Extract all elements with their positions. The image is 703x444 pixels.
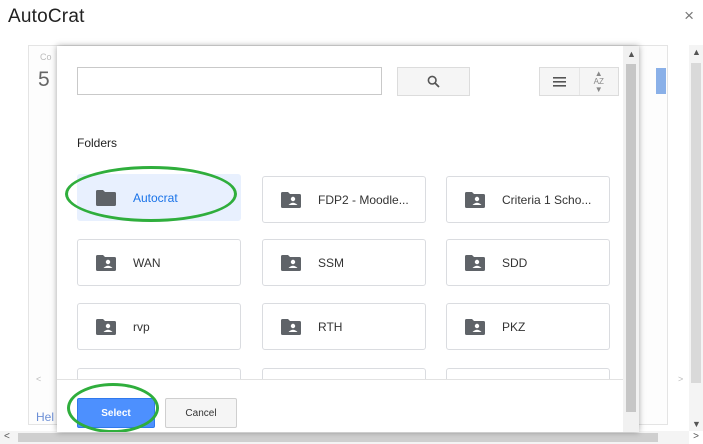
folder-name: WAN bbox=[133, 255, 161, 270]
background-right-arrow-icon: > bbox=[678, 374, 684, 384]
view-toggle-group: ▲ AZ ▼ bbox=[539, 67, 619, 96]
shared-folder-icon bbox=[96, 254, 116, 271]
outer-vertical-scroll-thumb[interactable] bbox=[691, 63, 701, 383]
folder-name: rvp bbox=[133, 319, 150, 334]
folder-name: PKZ bbox=[502, 319, 526, 334]
shared-folder-icon bbox=[281, 254, 301, 271]
window-title: AutoCrat bbox=[8, 6, 85, 27]
folder-tile-fdp2[interactable]: FDP2 - Moodle... bbox=[262, 176, 426, 223]
scroll-left-icon[interactable]: < bbox=[4, 431, 10, 442]
cancel-button[interactable]: Cancel bbox=[165, 398, 237, 428]
background-blue-bar bbox=[656, 68, 666, 94]
background-small-label: Co bbox=[40, 52, 52, 62]
scroll-right-icon[interactable]: > bbox=[693, 431, 699, 442]
folder-picker-dialog: ▲ AZ ▼ Folders Autocrat FDP2 - Moodle... C… bbox=[57, 46, 639, 432]
folder-tile-autocrat[interactable]: Autocrat bbox=[77, 174, 241, 221]
outer-horizontal-scroll-thumb[interactable] bbox=[18, 433, 658, 442]
list-view-button[interactable] bbox=[540, 68, 579, 95]
folder-tile-ssm[interactable]: SSM bbox=[262, 239, 426, 286]
background-left-arrow-icon: < bbox=[36, 374, 42, 384]
outer-horizontal-scrollbar[interactable]: < > bbox=[0, 431, 699, 444]
folders-heading: Folders bbox=[77, 136, 118, 150]
search-input[interactable] bbox=[77, 67, 382, 95]
shared-folder-icon bbox=[281, 191, 301, 208]
list-view-icon bbox=[552, 76, 566, 87]
scroll-up-icon[interactable]: ▲ bbox=[692, 47, 701, 57]
folder-icon bbox=[96, 189, 116, 206]
folder-tile-rth[interactable]: RTH bbox=[262, 303, 426, 350]
folder-name: SDD bbox=[502, 255, 528, 270]
folder-name: SSM bbox=[318, 255, 345, 270]
outer-vertical-scrollbar[interactable]: ▲ ▼ bbox=[689, 45, 703, 431]
background-help-link[interactable]: Hel bbox=[36, 410, 54, 424]
shared-folder-icon bbox=[281, 318, 301, 335]
scroll-up-icon[interactable]: ▲ bbox=[627, 49, 636, 59]
folder-name: FDP2 - Moodle... bbox=[318, 192, 409, 207]
picker-vertical-scrollbar[interactable]: ▲ bbox=[623, 46, 639, 432]
folder-name: Criteria 1 Scho... bbox=[502, 192, 592, 207]
select-button[interactable]: Select bbox=[77, 398, 155, 428]
close-icon[interactable]: × bbox=[684, 6, 694, 26]
folder-tile-rvp[interactable]: rvp bbox=[77, 303, 241, 350]
background-step-number: 5 bbox=[38, 68, 50, 91]
folder-name: RTH bbox=[318, 319, 343, 334]
shared-folder-icon bbox=[96, 318, 116, 335]
search-button[interactable] bbox=[397, 67, 470, 96]
shared-folder-icon bbox=[465, 191, 485, 208]
scroll-down-icon[interactable]: ▼ bbox=[692, 419, 701, 429]
shared-folder-icon bbox=[465, 254, 485, 271]
folder-tile-pkz[interactable]: PKZ bbox=[446, 303, 610, 350]
folder-name: Autocrat bbox=[133, 190, 178, 205]
sort-az-icon: ▲ AZ ▼ bbox=[593, 68, 604, 94]
folder-tile-criteria[interactable]: Criteria 1 Scho... bbox=[446, 176, 610, 223]
picker-scroll-thumb[interactable] bbox=[626, 64, 636, 412]
folder-tile-wan[interactable]: WAN bbox=[77, 239, 241, 286]
sort-button[interactable]: ▲ AZ ▼ bbox=[578, 68, 619, 95]
autocrat-window: AutoCrat × Co 5 Hel < > ▲ ▼ < > ▲ AZ ▼ F… bbox=[0, 0, 703, 444]
picker-footer: Select Cancel bbox=[57, 379, 623, 432]
folder-tile-sdd[interactable]: SDD bbox=[446, 239, 610, 286]
search-icon bbox=[427, 75, 440, 88]
shared-folder-icon bbox=[465, 318, 485, 335]
